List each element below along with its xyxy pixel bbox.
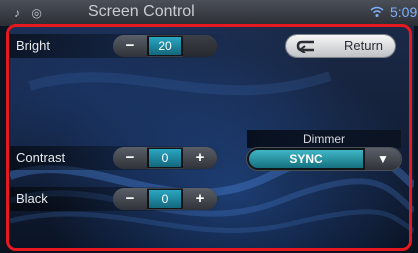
status-bar: ♪ ◎ Screen Control 5:09	[0, 0, 418, 26]
screen-title: Screen Control	[88, 3, 195, 20]
status-time: 5:09	[390, 4, 418, 20]
screen-control-screen: ♪ ◎ Screen Control 5:09 Bright − 20 Retu…	[0, 0, 418, 253]
highlight-frame	[6, 24, 412, 251]
wifi-icon	[370, 6, 384, 21]
status-source-icons: ♪ ◎	[14, 6, 46, 20]
